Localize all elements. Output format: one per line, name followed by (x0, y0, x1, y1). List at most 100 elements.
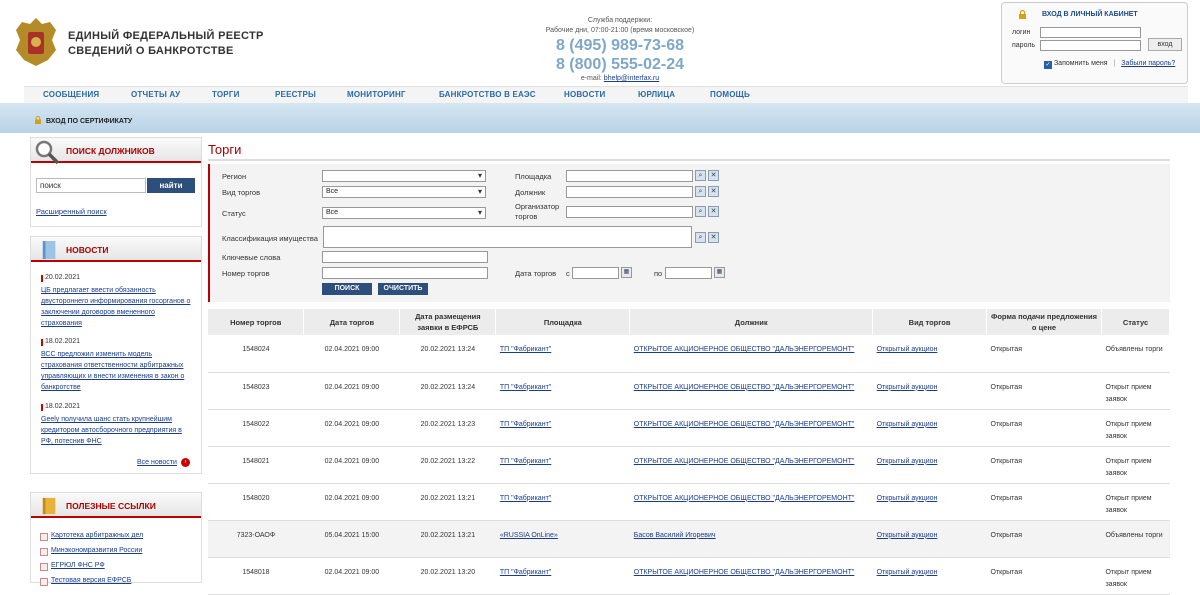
status-select[interactable]: Все (322, 207, 486, 219)
type-select[interactable]: Все (322, 186, 486, 198)
type-link[interactable]: Открытый аукцион (877, 569, 938, 576)
search-icon[interactable]: ⌕ (695, 232, 706, 243)
close-icon[interactable]: ✕ (708, 170, 719, 181)
debtor-input[interactable] (566, 186, 693, 198)
column-header[interactable]: Дата размещения заявки в ЕФРСБ (399, 309, 497, 335)
close-icon[interactable]: ✕ (708, 206, 719, 217)
type-link[interactable]: Открытый аукцион (877, 458, 938, 465)
close-icon[interactable]: ✕ (708, 232, 719, 243)
nav-item-legal[interactable]: ЮРЛИЦА (638, 90, 675, 99)
login-panel: ВХОД В ЛИЧНЫЙ КАБИНЕТ логин пароль вход … (1001, 2, 1188, 84)
news-item: ВСС предложил изменить модель страховани… (41, 349, 191, 393)
platform-link[interactable]: ТП "Фабрикант" (500, 458, 551, 465)
cell-debtor: ОТКРЫТОЕ АКЦИОНЕРНОЕ ОБЩЕСТВО "ДАЛЬЭНЕРГ… (629, 483, 873, 521)
column-header[interactable]: Площадка (495, 309, 631, 335)
type-link[interactable]: Открытый аукцион (877, 346, 938, 353)
column-header[interactable]: Вид торгов (872, 309, 988, 335)
type-link[interactable]: Открытый аукцион (877, 532, 938, 539)
platform-link[interactable]: «RUSSIA OnLine» (500, 532, 558, 539)
cell-number: 1548018 (208, 557, 304, 595)
platform-link[interactable]: ТП "Фабрикант" (500, 421, 551, 428)
login-input[interactable] (1040, 27, 1141, 38)
property-input[interactable] (323, 226, 692, 248)
type-link[interactable]: Открытый аукцион (877, 495, 938, 502)
column-header[interactable]: Статус (1101, 309, 1171, 335)
debtor-link[interactable]: ОТКРЫТОЕ АКЦИОНЕРНОЕ ОБЩЕСТВО "ДАЛЬЭНЕРГ… (634, 421, 855, 428)
platform-input[interactable] (566, 170, 693, 182)
nav-item-auctions[interactable]: ТОРГИ (212, 90, 240, 99)
nav-item-reports[interactable]: ОТЧЕТЫ АУ (131, 90, 180, 99)
cell-debtor: ОТКРЫТОЕ АКЦИОНЕРНОЕ ОБЩЕСТВО "ДАЛЬЭНЕРГ… (629, 409, 873, 447)
nav-item-news[interactable]: НОВОСТИ (564, 90, 605, 99)
type-label: Вид торгов (222, 188, 261, 197)
column-header[interactable]: Номер торгов (208, 309, 305, 335)
debtor-link[interactable]: ОТКРЫТОЕ АКЦИОНЕРНОЕ ОБЩЕСТВО "ДАЛЬЭНЕРГ… (634, 384, 855, 391)
all-news-link[interactable]: Все новости › (137, 458, 190, 467)
link-kad[interactable]: Картотека арбитражных дел (41, 532, 143, 539)
debtor-link[interactable]: ОТКРЫТОЕ АКЦИОНЕРНОЕ ОБЩЕСТВО "ДАЛЬЭНЕРГ… (634, 458, 855, 465)
login-submit-button[interactable]: вход (1148, 38, 1182, 51)
organizer-input[interactable] (566, 206, 693, 218)
nav-item-help[interactable]: ПОМОЩЬ (710, 90, 750, 99)
useful-links-box: ПОЛЕЗНЫЕ ССЫЛКИ Картотека арбитражных де… (30, 492, 202, 586)
platform-link[interactable]: ТП "Фабрикант" (500, 384, 551, 391)
link-item: Картотека арбитражных дел (39, 532, 143, 541)
cell-posted: 20.02.2021 13:22 (399, 446, 496, 484)
all-news-label[interactable]: Все новости (137, 459, 177, 466)
news-date: 18.02.2021 (31, 338, 80, 346)
search-button[interactable]: ПОИСК (322, 283, 372, 295)
nav-item-eaeu[interactable]: БАНКРОТСТВО В ЕАЭС (439, 90, 536, 99)
column-header[interactable]: Дата торгов (303, 309, 401, 335)
debtor-link[interactable]: ОТКРЫТОЕ АКЦИОНЕРНОЕ ОБЩЕСТВО "ДАЛЬЭНЕРГ… (634, 569, 855, 576)
calendar-icon[interactable]: ▦ (714, 267, 725, 278)
search-icon[interactable]: ⌕ (695, 170, 706, 181)
debtor-search-button[interactable]: найти (147, 178, 195, 193)
debtor-search-input[interactable]: поиск (36, 178, 146, 193)
magnifier-icon (35, 140, 60, 165)
nav-item-messages[interactable]: СООБЩЕНИЯ (43, 90, 99, 99)
news-item: Geely получила шанс стать крупнейшим кре… (41, 414, 191, 447)
forgot-password-link[interactable]: Забыли пароль? (1121, 60, 1175, 67)
support-email-link[interactable]: bhelp@interfax.ru (604, 75, 659, 82)
date-from-input[interactable] (572, 267, 619, 279)
type-link[interactable]: Открытый аукцион (877, 421, 938, 428)
region-select[interactable] (322, 170, 486, 182)
nav-item-registries[interactable]: РЕЕСТРЫ (275, 90, 316, 99)
clear-button[interactable]: ОЧИСТИТЬ (378, 283, 428, 295)
number-input[interactable] (322, 267, 488, 279)
column-header[interactable]: Форма подачи предложения о цене (986, 309, 1102, 335)
cell-form: Открытая (986, 335, 1102, 373)
debtor-link[interactable]: ОТКРЫТОЕ АКЦИОНЕРНОЕ ОБЩЕСТВО "ДАЛЬЭНЕРГ… (634, 495, 855, 502)
platform-link[interactable]: ТП "Фабрикант" (500, 569, 551, 576)
calendar-icon[interactable]: ▦ (621, 267, 632, 278)
news-link[interactable]: ЦБ предлагает ввести обязанность двустор… (41, 287, 190, 327)
platform-link[interactable]: ТП "Фабрикант" (500, 346, 551, 353)
table-row: 1548020 02.04.2021 09:00 20.02.2021 13:2… (208, 483, 1170, 521)
arrow-right-icon: › (181, 458, 190, 467)
keywords-input[interactable] (322, 251, 488, 263)
type-link[interactable]: Открытый аукцион (877, 384, 938, 391)
nav-item-monitoring[interactable]: МОНИТОРИНГ (347, 90, 406, 99)
date-to-input[interactable] (665, 267, 712, 279)
password-input[interactable] (1040, 40, 1141, 51)
cell-posted: 20.02.2021 13:21 (399, 520, 496, 558)
platform-link[interactable]: ТП "Фабрикант" (500, 495, 551, 502)
column-header[interactable]: Должник (629, 309, 874, 335)
support-block: Служба поддержки: Рабочие дни, 07:00-21:… (540, 16, 700, 84)
debtor-link[interactable]: ОТКРЫТОЕ АКЦИОНЕРНОЕ ОБЩЕСТВО "ДАЛЬЭНЕРГ… (634, 346, 855, 353)
search-icon[interactable]: ⌕ (695, 186, 706, 197)
remember-row: ✓ Запомнить меня | Забыли пароль? (1044, 60, 1175, 69)
link-egrul[interactable]: ЕГРЮЛ ФНС РФ (41, 562, 105, 569)
news-link[interactable]: Geely получила шанс стать крупнейшим кре… (41, 416, 182, 445)
debtor-link[interactable]: Басов Василий Игоревич (634, 532, 716, 539)
link-mineconom[interactable]: Минэкономразвития России (41, 547, 142, 554)
cert-login-link[interactable]: ВХОД ПО СЕРТИФИКАТУ (34, 116, 132, 125)
remember-checkbox[interactable]: ✓ (1044, 61, 1052, 69)
search-icon[interactable]: ⌕ (695, 206, 706, 217)
close-icon[interactable]: ✕ (708, 186, 719, 197)
news-link[interactable]: ВСС предложил изменить модель страховани… (41, 351, 184, 391)
news-title: НОВОСТИ (66, 245, 109, 255)
advanced-search-link[interactable]: Расширенный поиск (36, 207, 107, 216)
useful-links-title: ПОЛЕЗНЫЕ ССЫЛКИ (66, 501, 156, 511)
cell-posted: 20.02.2021 13:24 (399, 372, 496, 410)
